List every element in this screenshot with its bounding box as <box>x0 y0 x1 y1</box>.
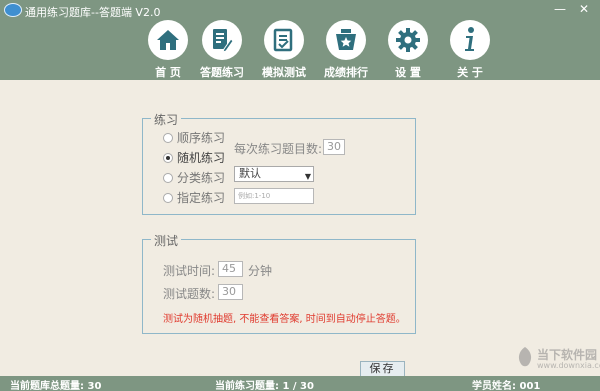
save-button[interactable]: 保存 <box>360 361 405 377</box>
watermark-line2: www.downxia.com <box>537 361 600 370</box>
nav-settings-label: 设 置 <box>395 66 421 79</box>
practice-group: 练习 顺序练习 随机练习 分类练习 指定练习 每次练习题目数: 30 默认 ▼ … <box>142 111 416 215</box>
per-count-label: 每次练习题目数: <box>234 142 323 156</box>
status-total: 当前题库总题量: 30 <box>10 381 102 391</box>
nav-home[interactable]: 首 页 <box>138 18 198 80</box>
radio-button[interactable] <box>163 132 173 143</box>
specify-input[interactable]: 例如:1-10 <box>234 188 314 204</box>
chevron-down-icon: ▼ <box>304 172 311 181</box>
title-bar: 通用练习题库--答题端 V2.0 — ✕ 首 页 答题练习 模拟测试 成绩排行 … <box>0 0 600 80</box>
watermark-logo-icon <box>518 347 532 367</box>
radio-sequential-label: 顺序练习 <box>177 131 226 145</box>
radio-specify-label: 指定练习 <box>177 191 226 205</box>
radio-category[interactable]: 分类练习 <box>163 169 225 186</box>
status-current: 当前练习题量: 1 / 30 <box>215 381 314 391</box>
radio-random-label: 随机练习 <box>177 151 226 165</box>
practice-group-title: 练习 <box>151 111 182 128</box>
test-group-title: 测试 <box>151 232 182 249</box>
radio-specify[interactable]: 指定练习 <box>163 189 225 206</box>
nav-exam-label: 模拟测试 <box>262 66 306 79</box>
home-icon <box>148 20 188 60</box>
info-icon <box>450 20 490 60</box>
radio-sequential[interactable]: 顺序练习 <box>163 129 225 146</box>
test-note: 测试为随机抽题, 不能查看答案, 时间到自动停止答题。 <box>163 314 406 325</box>
test-time-label: 测试时间: <box>163 264 216 278</box>
nav-settings[interactable]: 设 置 <box>378 18 438 80</box>
gear-icon <box>388 20 428 60</box>
radio-button[interactable] <box>163 172 173 183</box>
nav-practice[interactable]: 答题练习 <box>192 18 252 80</box>
test-time-input[interactable]: 45 <box>218 261 243 277</box>
category-select-value: 默认 <box>239 167 261 180</box>
close-button[interactable]: ✕ <box>576 2 592 16</box>
nav-home-label: 首 页 <box>155 66 181 79</box>
nav-ranking[interactable]: 成绩排行 <box>316 18 376 80</box>
ranking-icon <box>326 20 366 60</box>
document-edit-icon <box>202 20 242 60</box>
radio-category-label: 分类练习 <box>177 171 226 185</box>
radio-random[interactable]: 随机练习 <box>163 149 225 166</box>
nav-about-label: 关 于 <box>457 66 483 79</box>
radio-button-checked[interactable] <box>163 152 173 163</box>
test-count-label: 测试题数: <box>163 287 216 301</box>
nav-ranking-label: 成绩排行 <box>324 66 368 79</box>
nav-practice-label: 答题练习 <box>200 66 244 79</box>
nav-exam[interactable]: 模拟测试 <box>254 18 314 80</box>
category-select[interactable]: 默认 ▼ <box>234 166 314 182</box>
radio-button[interactable] <box>163 192 173 203</box>
status-student: 学员姓名: 001 <box>472 381 541 391</box>
test-time-unit: 分钟 <box>248 264 273 278</box>
test-group: 测试 测试时间: 45 分钟 测试题数: 30 测试为随机抽题, 不能查看答案,… <box>142 232 416 334</box>
app-logo-icon <box>4 3 22 17</box>
exam-icon <box>264 20 304 60</box>
test-count-input[interactable]: 30 <box>218 284 243 300</box>
status-bar: 当前题库总题量: 30 当前练习题量: 1 / 30 学员姓名: 001 <box>0 376 600 391</box>
watermark: 当下软件园 www.downxia.com <box>515 344 600 374</box>
per-count-input[interactable]: 30 <box>323 139 345 155</box>
nav-about[interactable]: 关 于 <box>440 18 500 80</box>
minimize-button[interactable]: — <box>552 2 568 16</box>
